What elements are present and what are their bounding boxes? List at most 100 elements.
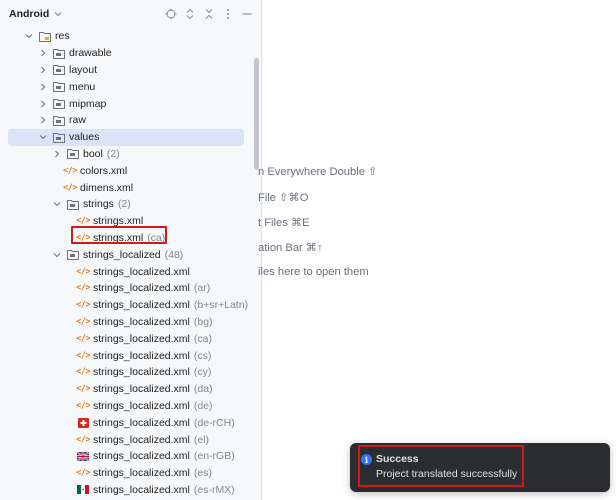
- flag-mexico-icon: [77, 484, 89, 496]
- chevron-down-icon[interactable]: [24, 31, 34, 41]
- chevron-right-icon[interactable]: [38, 65, 48, 75]
- tree-label: strings_localized.xml: [93, 467, 190, 480]
- tree-node-localized-xml[interactable]: </> strings_localized.xml (el): [0, 431, 261, 448]
- tree-label: values: [69, 131, 100, 144]
- expand-icon[interactable]: [183, 8, 196, 21]
- tree-label: strings_localized.xml: [93, 332, 190, 345]
- tree-node-localized-xml[interactable]: </> strings_localized.xml (cs): [0, 347, 261, 364]
- chevron-right-icon[interactable]: [38, 115, 48, 125]
- xml-file-icon: </>: [76, 333, 90, 344]
- tree-node-localized-xml[interactable]: </> strings_localized.xml (de): [0, 398, 261, 415]
- tree-label: strings_localized.xml: [93, 315, 190, 328]
- xml-file-icon: </>: [76, 434, 90, 445]
- tree-node-localized-xml[interactable]: strings_localized.xml (de-rCH): [0, 414, 261, 431]
- tree-node-strings-xml-ca[interactable]: </> strings.xml (ca): [0, 230, 261, 247]
- tree-node-values[interactable]: values: [8, 128, 244, 146]
- xml-file-icon: </>: [76, 350, 90, 361]
- tree-node-localized-xml[interactable]: </> strings_localized.xml (cy): [0, 364, 261, 381]
- tree-label: layout: [69, 63, 98, 76]
- tree-node-dimens-xml[interactable]: </> dimens.xml: [0, 179, 261, 196]
- folder-icon: [67, 198, 79, 210]
- tree-node-localized-xml[interactable]: strings_localized.xml (es-rMX): [0, 482, 261, 499]
- tree-node-res[interactable]: res: [0, 28, 261, 45]
- chevron-down-icon[interactable]: [52, 199, 62, 209]
- xml-file-icon: </>: [63, 165, 77, 176]
- tree-label: raw: [69, 114, 86, 127]
- chevron-right-icon[interactable]: [52, 149, 62, 159]
- flag-switzerland-icon: [77, 417, 89, 429]
- tree-label: strings_localized.xml: [93, 366, 190, 379]
- tree-count: (48): [164, 248, 184, 261]
- more-icon[interactable]: [221, 8, 234, 21]
- folder-icon: [67, 148, 79, 160]
- panel-toolbar: [164, 8, 253, 21]
- panel-header: Android: [0, 0, 261, 28]
- chevron-down-icon[interactable]: [53, 9, 63, 19]
- tree-node-localized-xml[interactable]: </> strings_localized.xml (es): [0, 465, 261, 482]
- hint-search-everywhere: n Everywhere Double ⇧: [258, 166, 378, 178]
- tree-label: dimens.xml: [80, 181, 134, 194]
- tree-node-strings-xml[interactable]: </> strings.xml: [0, 213, 261, 230]
- tree-label: strings_localized.xml: [93, 282, 190, 295]
- tree-node-layout[interactable]: layout: [0, 62, 261, 79]
- tree-label: strings_localized.xml: [93, 450, 190, 463]
- tree-node-raw[interactable]: raw: [0, 112, 261, 129]
- tree-label: menu: [69, 80, 96, 93]
- xml-file-icon: </>: [76, 367, 90, 378]
- tree-node-strings[interactable]: strings (2): [0, 196, 261, 213]
- tree-node-bool[interactable]: bool (2): [0, 146, 261, 163]
- tree-node-localized-xml[interactable]: </> strings_localized.xml (ca): [0, 330, 261, 347]
- folder-icon: [53, 64, 65, 76]
- minimize-icon[interactable]: [240, 8, 253, 21]
- tree-count: (2): [106, 147, 120, 160]
- highlight-box: [358, 445, 524, 487]
- tree-locale: (de-rCH): [193, 416, 235, 429]
- chevron-down-icon[interactable]: [38, 132, 48, 142]
- tree-label: mipmap: [69, 97, 107, 110]
- tree-scrollbar[interactable]: [254, 58, 259, 170]
- chevron-right-icon[interactable]: [38, 99, 48, 109]
- tree-node-localized-xml[interactable]: strings_localized.xml (en-rGB): [0, 448, 261, 465]
- tree-node-strings-localized[interactable]: strings_localized (48): [0, 246, 261, 263]
- chevron-down-icon[interactable]: [52, 250, 62, 260]
- project-tree: res drawable layout menu mipmap raw valu…: [0, 28, 261, 499]
- tree-locale: (es): [193, 467, 212, 480]
- tree-locale: (ar): [193, 282, 211, 295]
- collapse-icon[interactable]: [202, 8, 215, 21]
- folder-icon: [53, 47, 65, 59]
- tree-label: strings.xml: [93, 215, 144, 228]
- panel-title[interactable]: Android: [9, 8, 49, 20]
- tree-node-localized-xml[interactable]: </> strings_localized.xml (da): [0, 381, 261, 398]
- chevron-right-icon[interactable]: [38, 82, 48, 92]
- tree-node-localized-xml[interactable]: </> strings_localized.xml (b+sr+Latn): [0, 297, 261, 314]
- tree-locale: (cy): [193, 366, 212, 379]
- hint-drop-files: iles here to open them: [258, 266, 369, 278]
- tree-node-localized-xml[interactable]: </> strings_localized.xml: [0, 263, 261, 280]
- tree-node-colors-xml[interactable]: </> colors.xml: [0, 162, 261, 179]
- tree-node-drawable[interactable]: drawable: [0, 45, 261, 62]
- chevron-right-icon[interactable]: [38, 48, 48, 58]
- folder-icon: [67, 249, 79, 261]
- xml-file-icon: </>: [76, 232, 90, 243]
- tree-node-mipmap[interactable]: mipmap: [0, 95, 261, 112]
- tree-label: strings_localized.xml: [93, 399, 190, 412]
- tree-node-localized-xml[interactable]: </> strings_localized.xml (bg): [0, 314, 261, 331]
- tree-locale: (b+sr+Latn): [193, 299, 249, 312]
- xml-file-icon: </>: [76, 300, 90, 311]
- tree-locale: (bg): [193, 315, 213, 328]
- tree-label: strings.xml: [93, 231, 144, 244]
- tree-count: (2): [117, 198, 131, 211]
- folder-icon: [53, 81, 65, 93]
- tree-locale: (cs): [193, 349, 212, 362]
- tree-locale: (ca): [193, 332, 212, 345]
- folder-icon: [53, 131, 65, 143]
- tree-node-menu[interactable]: menu: [0, 78, 261, 95]
- tree-label: strings_localized.xml: [93, 433, 190, 446]
- tree-label: drawable: [69, 47, 112, 60]
- tree-node-localized-xml[interactable]: </> strings_localized.xml (ar): [0, 280, 261, 297]
- crosshair-icon[interactable]: [164, 8, 177, 21]
- tree-label: res: [55, 30, 70, 43]
- xml-file-icon: </>: [76, 316, 90, 327]
- tree-locale: (es-rMX): [193, 483, 235, 496]
- folder-icon: [53, 98, 65, 110]
